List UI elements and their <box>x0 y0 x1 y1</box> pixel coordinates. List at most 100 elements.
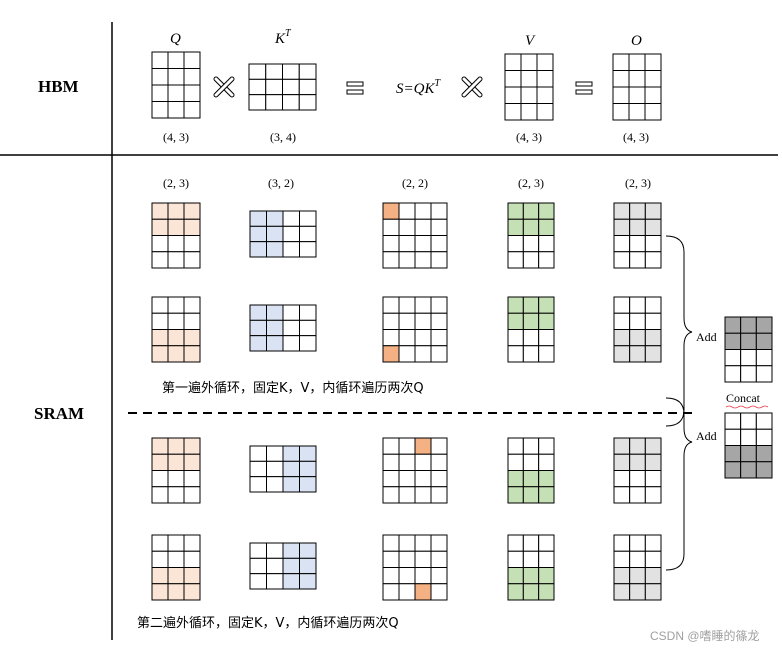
matrix-cell <box>167 550 185 568</box>
matrix-cell <box>755 412 773 430</box>
matrix-cell <box>248 78 267 96</box>
matrix-cell <box>382 486 400 504</box>
matrix-cell <box>266 335 284 352</box>
matrix-cell <box>266 445 284 462</box>
sram-label: SRAM <box>34 404 84 423</box>
matrix-cell <box>151 567 169 585</box>
matrix-cell <box>414 251 432 269</box>
matrix-cell <box>382 534 400 552</box>
matrix-cell <box>644 470 662 488</box>
matrix-cell <box>613 470 631 488</box>
matrix-cell <box>504 86 522 104</box>
matrix-cell <box>507 550 524 568</box>
matrix-cell <box>612 86 630 104</box>
matrix-cell <box>644 567 662 585</box>
matrix-cell <box>538 218 555 236</box>
matrix-cell <box>266 210 284 227</box>
v-tile <box>507 202 555 269</box>
matrix-cell <box>507 296 524 314</box>
o-matrix-label: O <box>631 33 642 49</box>
matrix-cell <box>183 312 201 330</box>
matrix-cell <box>266 241 284 258</box>
matrix-cell <box>644 251 662 269</box>
matrix-cell <box>398 583 416 601</box>
matrix-cell <box>382 345 400 363</box>
matrix-cell <box>740 365 757 383</box>
matrix-cell <box>299 445 317 462</box>
matrix-cell <box>398 437 416 455</box>
v-matrix-label: V <box>525 33 536 49</box>
q-tile <box>151 534 201 601</box>
v-tile <box>507 534 555 601</box>
matrix-cell <box>740 461 757 479</box>
matrix-cell <box>249 210 267 227</box>
matrix-cell <box>522 486 540 504</box>
matrix-cell <box>414 486 432 504</box>
matrix-cell <box>167 583 185 601</box>
s-tile <box>382 202 448 269</box>
matrix-cell <box>522 453 540 471</box>
matrix-cell <box>507 218 524 236</box>
o-tile <box>613 296 662 363</box>
matrix-cell <box>430 312 448 330</box>
matrix-cell <box>644 550 662 568</box>
matrix-cell <box>382 550 400 568</box>
matrix-cell <box>282 304 300 321</box>
matrix-cell <box>151 470 169 488</box>
v-matrix <box>504 53 554 121</box>
matrix-cell <box>522 345 540 363</box>
matrix-cell <box>613 251 631 269</box>
flash-attention-diagram: HBM SRAM Q KT S=QKT V O (4, 3) (3, 4) (4… <box>0 22 778 643</box>
matrix-cell <box>755 428 773 446</box>
matrix-cell <box>504 103 522 121</box>
matrix-cell <box>507 312 524 330</box>
matrix-cell <box>167 567 185 585</box>
matrix-cell <box>430 437 448 455</box>
matrix-cell <box>167 329 185 347</box>
matrix-cell <box>644 70 662 88</box>
o-tile <box>613 202 662 269</box>
matrix-cell <box>183 51 201 69</box>
matrix-cell <box>644 534 662 552</box>
matrix-cell <box>613 486 631 504</box>
matrix-cell <box>628 53 646 71</box>
multiply-icon-2 <box>461 76 483 98</box>
matrix-cell <box>520 53 538 71</box>
matrix-cell <box>151 486 169 504</box>
matrix-cell <box>522 218 540 236</box>
matrix-cell <box>538 296 555 314</box>
matrix-cell <box>183 534 201 552</box>
q-shape-label: (4, 3) <box>163 130 189 144</box>
matrix-cell <box>522 550 540 568</box>
result-block-lower <box>724 412 773 479</box>
matrix-cell <box>414 329 432 347</box>
matrix-cell <box>299 557 317 575</box>
matrix-cell <box>266 476 284 493</box>
matrix-cell <box>629 583 646 601</box>
matrix-cell <box>629 251 646 269</box>
matrix-cell <box>167 296 185 314</box>
matrix-cell <box>299 335 317 352</box>
matrix-cell <box>282 460 300 478</box>
kt-shape-label: (3, 4) <box>270 130 296 144</box>
v-tile <box>507 296 555 363</box>
matrix-cell <box>382 235 400 253</box>
q-tile <box>151 296 201 363</box>
matrix-cell <box>151 453 169 471</box>
matrix-cell <box>183 235 201 253</box>
matrix-cell <box>538 567 555 585</box>
matrix-cell <box>507 202 524 220</box>
matrix-cell <box>382 567 400 585</box>
matrix-cell <box>183 567 201 585</box>
matrix-cell <box>613 453 631 471</box>
q-matrix <box>151 51 201 119</box>
v-tile-shape-label: (2, 3) <box>518 176 544 190</box>
q-tile-shape-label: (2, 3) <box>163 176 189 190</box>
matrix-cell <box>151 534 169 552</box>
matrix-cell <box>507 470 524 488</box>
matrix-cell <box>644 329 662 347</box>
matrix-cell <box>613 534 631 552</box>
matrix-cell <box>398 218 416 236</box>
matrix-cell <box>248 63 267 80</box>
matrix-cell <box>282 476 300 493</box>
